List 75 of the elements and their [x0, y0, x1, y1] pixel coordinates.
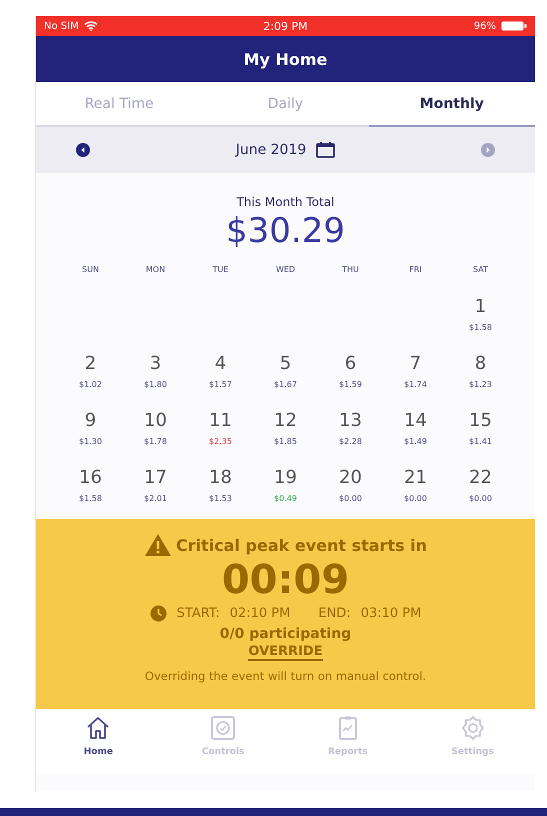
day-number[interactable]: 2 — [84, 352, 96, 376]
house-icon — [85, 715, 112, 741]
weekday-label: TUE — [212, 265, 230, 276]
day-cost: $1.41 — [469, 437, 492, 446]
end-time: 03:10 PM — [360, 606, 422, 621]
day-number[interactable]: 5 — [280, 352, 292, 376]
end-label: END: — [318, 606, 351, 621]
battery-percent: 96% — [474, 20, 496, 32]
home-nav-tab[interactable]: Home — [36, 709, 161, 773]
weekday-label: FRI — [408, 265, 423, 276]
day-cost: $1.80 — [144, 380, 167, 389]
day-cost: $1.58 — [469, 323, 492, 332]
day-cost: $1.85 — [274, 437, 297, 446]
day-cost: $0.00 — [469, 494, 492, 503]
start-time: 02:10 PM — [230, 606, 290, 621]
warning-icon — [144, 533, 172, 557]
day-number[interactable]: 14 — [404, 409, 427, 433]
day-cost: $1.49 — [404, 437, 427, 446]
carrier-label: No SIM — [44, 20, 79, 32]
total-amount: $30.29 — [226, 211, 345, 251]
day-number[interactable]: 7 — [410, 352, 422, 376]
day-number[interactable]: 4 — [214, 352, 226, 376]
day-cost: $1.67 — [274, 380, 297, 389]
day-number[interactable]: 20 — [339, 466, 362, 490]
battery-icon — [500, 21, 527, 31]
day-cost: $1.30 — [79, 437, 102, 446]
weekday-label: SUN — [81, 265, 100, 276]
day-cost: $2.35 — [209, 437, 232, 446]
day-number[interactable]: 3 — [150, 352, 162, 376]
day-number[interactable]: 11 — [209, 409, 232, 433]
calendar-icon[interactable] — [316, 142, 336, 158]
event-title: Critical peak event starts in — [176, 536, 428, 554]
countdown-timer: 00:09 — [222, 557, 350, 603]
day-number[interactable]: 9 — [84, 409, 96, 433]
day-cost: $1.59 — [339, 380, 362, 389]
month-label: June 2019 — [236, 142, 306, 158]
participating-count: 0/0 participating — [220, 626, 352, 642]
clock-icon — [150, 605, 167, 622]
day-number[interactable]: 17 — [144, 466, 167, 490]
day-number[interactable]: 21 — [404, 466, 427, 490]
day-cost: $1.02 — [79, 380, 102, 389]
day-number[interactable]: 12 — [274, 409, 297, 433]
day-cost: $0.49 — [274, 494, 297, 503]
previous-month-button[interactable] — [76, 143, 90, 157]
day-number[interactable]: 8 — [474, 352, 486, 376]
day-number[interactable]: 13 — [339, 409, 362, 433]
day-number[interactable]: 15 — [469, 409, 492, 433]
day-number[interactable]: 22 — [469, 466, 492, 490]
day-number[interactable]: 16 — [79, 466, 102, 490]
day-cost: $2.28 — [339, 437, 362, 446]
settings-icon — [460, 715, 486, 741]
start-label: START: — [176, 606, 220, 621]
day-cost: $1.23 — [469, 380, 492, 389]
day-cost: $1.78 — [144, 437, 167, 446]
override-note: Overriding the event will turn on manual control. — [144, 669, 426, 683]
screen-title: My Home — [244, 50, 328, 68]
wifi-icon — [84, 21, 98, 31]
status-time: 2:09 PM — [263, 20, 308, 32]
weekday-label: THU — [341, 265, 360, 276]
weekday-label: MON — [144, 265, 166, 276]
day-number[interactable]: 10 — [144, 409, 167, 433]
day-cost: $0.00 — [404, 494, 427, 503]
day-number[interactable]: 1 — [474, 295, 486, 319]
weekday-label: WED — [274, 265, 296, 276]
day-number[interactable]: 19 — [274, 466, 297, 490]
day-cost: $1.53 — [209, 494, 232, 503]
day-cost: $1.57 — [209, 380, 232, 389]
day-cost: $0.00 — [339, 494, 362, 503]
day-number[interactable]: 18 — [209, 466, 232, 490]
day-number[interactable]: 6 — [344, 352, 356, 376]
total-label: This Month Total — [236, 195, 334, 209]
weekday-label: SAT — [472, 265, 489, 276]
day-cost: $2.01 — [144, 494, 167, 503]
day-cost: $1.58 — [79, 494, 102, 503]
day-cost: $1.74 — [404, 380, 427, 389]
